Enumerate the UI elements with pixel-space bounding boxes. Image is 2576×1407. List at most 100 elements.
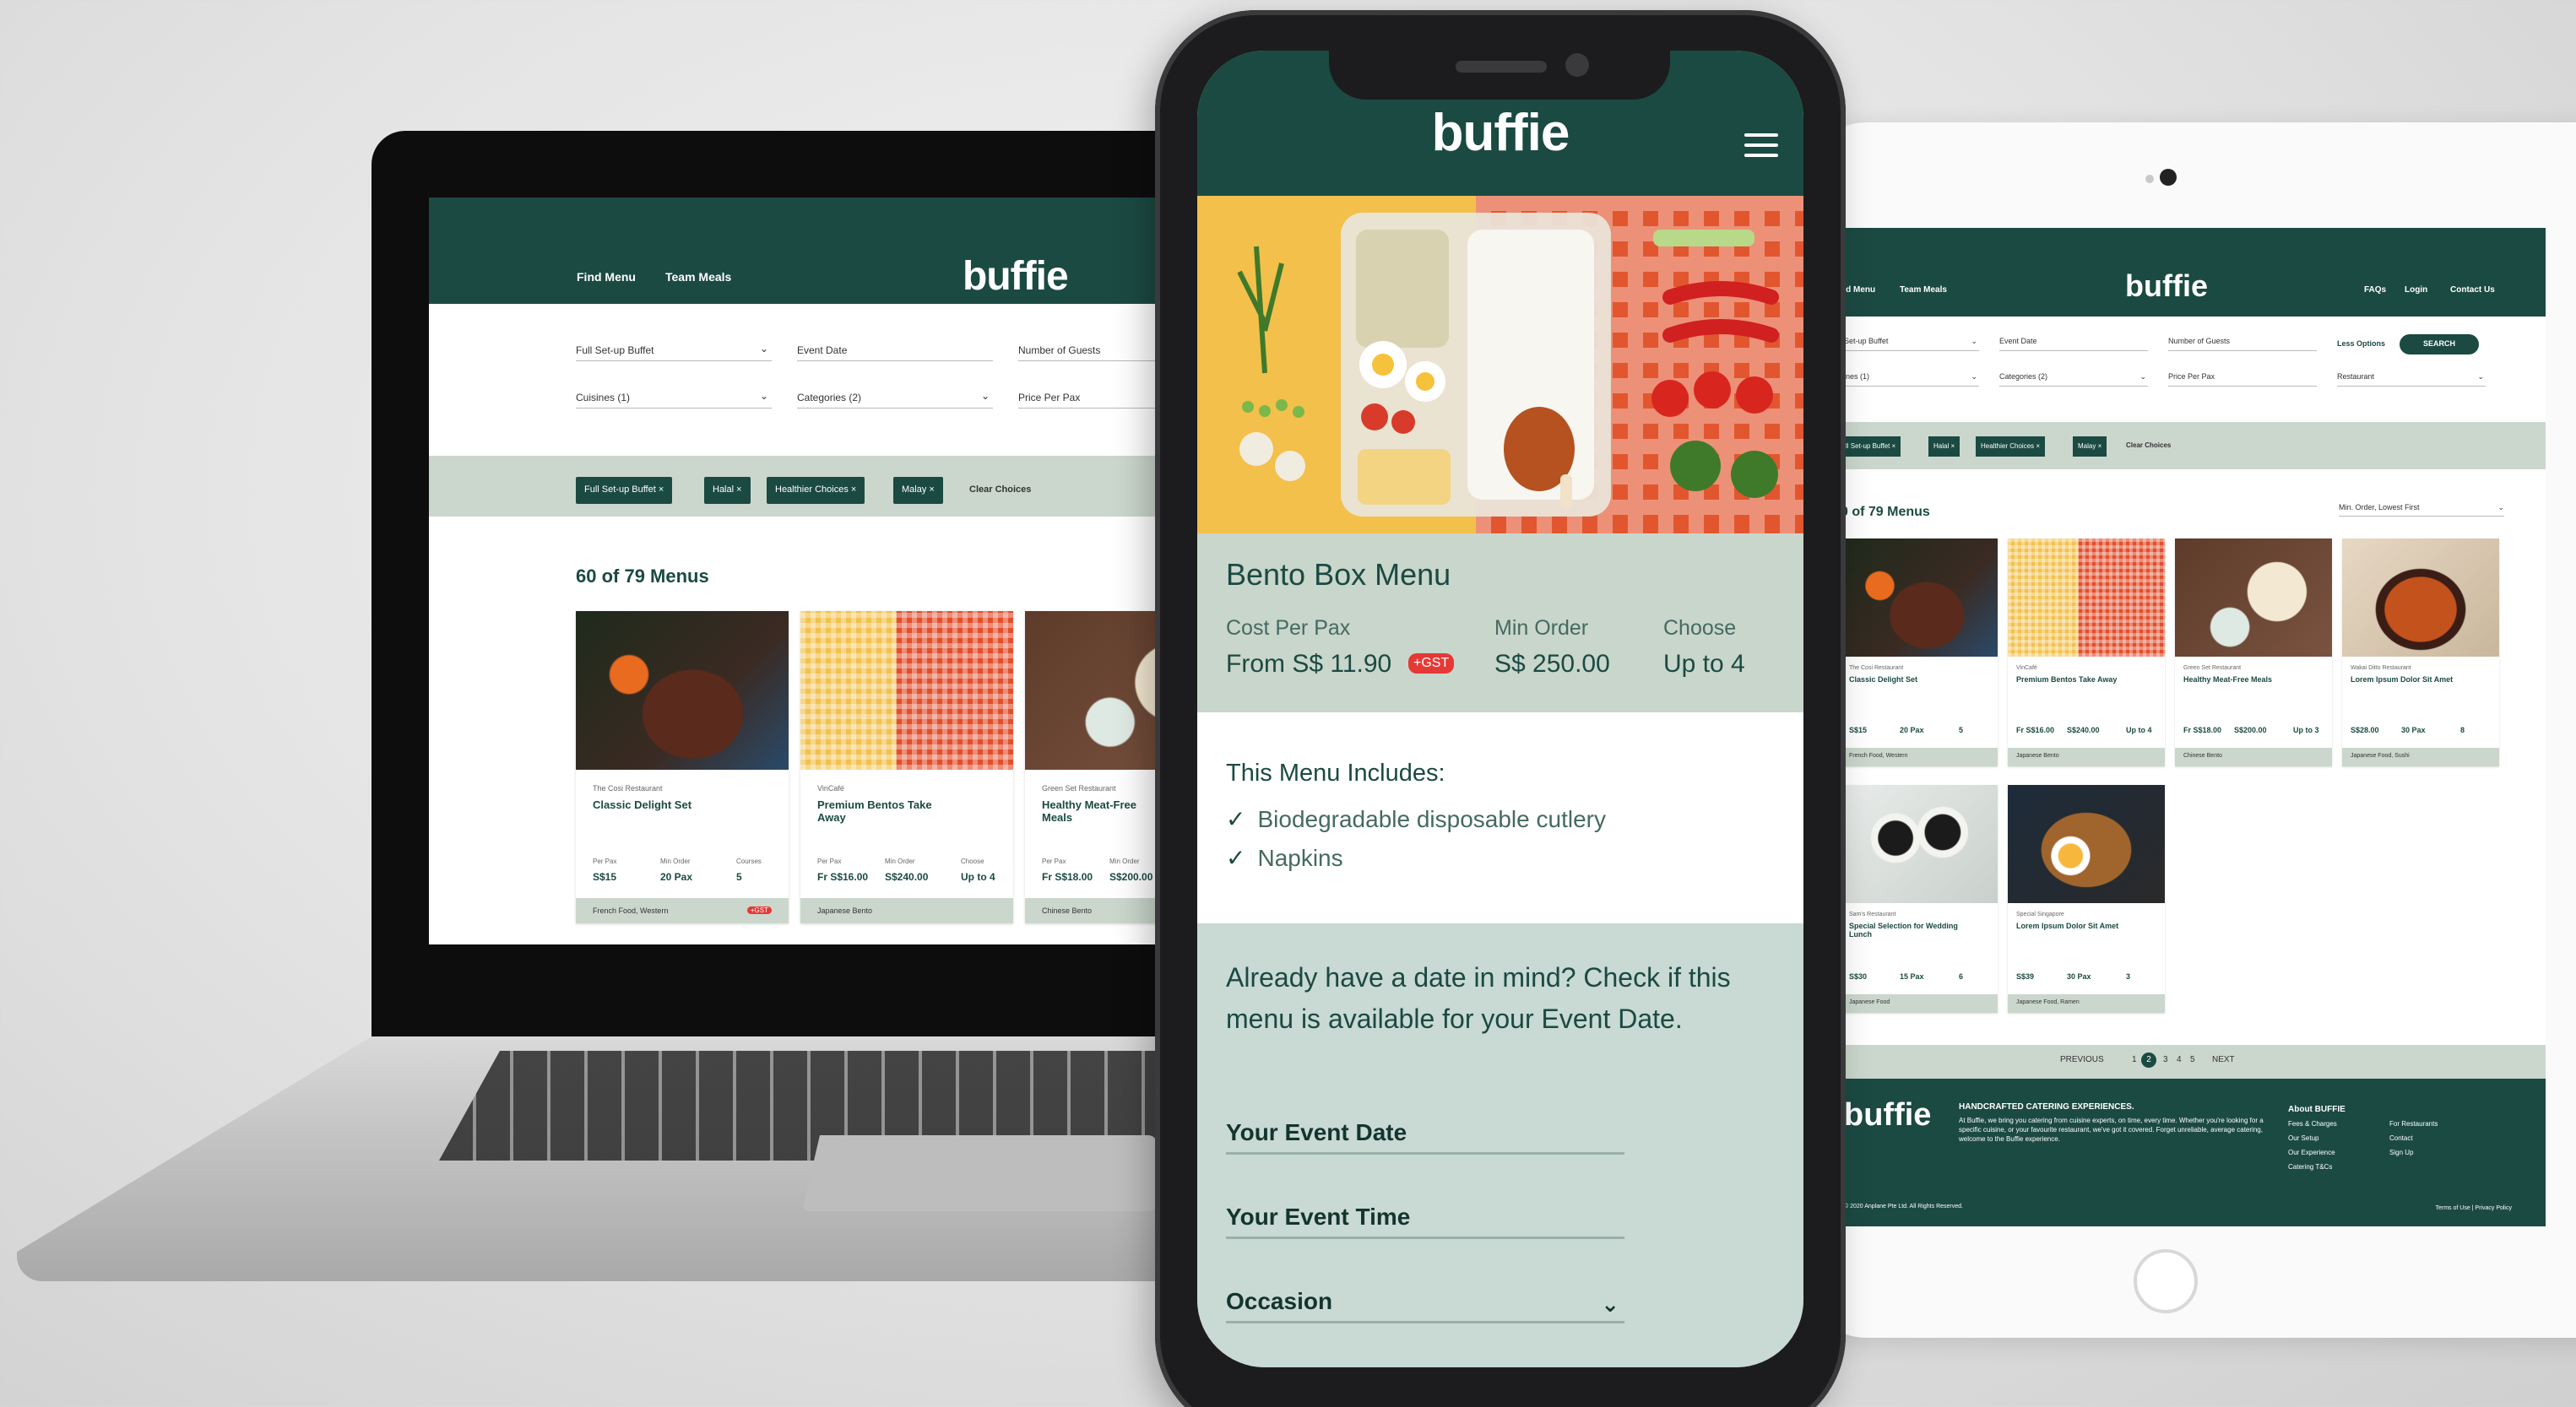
sort-select[interactable]: Min. Order, Lowest First ⌄: [2339, 503, 2504, 517]
pagination-previous[interactable]: PREVIOUS: [2060, 1055, 2104, 1064]
event-date-field[interactable]: Your Event Date: [1226, 1119, 1624, 1155]
cuisine-footer: Japanese Food, Ramen: [2008, 994, 2165, 1013]
event-time-label: Your Event Time: [1226, 1204, 1411, 1230]
chip-full-setup-buffet[interactable]: ll Set-up Buffet ×: [1841, 436, 1901, 457]
guests-input[interactable]: Number of Guests: [2168, 334, 2317, 351]
nav-find-menu[interactable]: nd Menu: [1841, 285, 1875, 295]
chip-halal[interactable]: Halal ×: [1928, 436, 1960, 457]
per-pax-value: S$15: [1849, 726, 1868, 734]
categories-select[interactable]: Categories (2) ⌄: [797, 387, 993, 409]
footer-link[interactable]: For Restaurants: [2389, 1120, 2438, 1128]
cuisines-select[interactable]: ines (1) ⌄: [1844, 370, 1979, 387]
service-select[interactable]: Set-up Buffet ⌄: [1844, 334, 1979, 351]
restaurant-name: Wakai Ditto Restaurant: [2351, 665, 2411, 671]
chip-healthier-choices[interactable]: Healthier Choices ×: [1976, 436, 2046, 457]
bento-image: [2008, 538, 2165, 657]
footer-logo[interactable]: buffie: [1844, 1097, 1931, 1134]
event-time-field[interactable]: Your Event Time: [1226, 1204, 1624, 1239]
checkmark-icon: ✓: [1226, 806, 1246, 832]
min-order-value: 30 Pax: [2401, 726, 2426, 734]
courses-value: 5: [736, 871, 742, 883]
per-pax-value: Fr S$18.00: [2183, 726, 2222, 734]
cuisines-select[interactable]: Cuisines (1) ⌄: [576, 387, 772, 409]
min-order-label: Min Order: [660, 858, 691, 865]
buffie-logo[interactable]: buffie: [2125, 268, 2208, 304]
min-order-value: 20 Pax: [660, 871, 693, 883]
footer-link[interactable]: Contact: [2389, 1134, 2413, 1142]
restaurant-name: Green Set Restaurant: [1042, 784, 1116, 793]
min-order-value: S$240.00: [2067, 726, 2100, 734]
chip-halal[interactable]: Halal ×: [704, 477, 751, 504]
menu-card[interactable]: The Cosi Restaurant Classic Delight Set …: [1841, 538, 1998, 766]
nav-team-meals[interactable]: Team Meals: [1900, 285, 1947, 295]
menu-card[interactable]: Special Singapore Lorem Ipsum Dolor Sit …: [2008, 785, 2165, 1013]
page-link[interactable]: 1: [2132, 1055, 2137, 1064]
chip-full-setup-buffet[interactable]: Full Set-up Buffet ×: [576, 477, 673, 504]
sort-value: Min. Order, Lowest First: [2339, 503, 2420, 511]
event-date-input[interactable]: Event Date: [1999, 334, 2148, 351]
footer-legal-links[interactable]: Terms of Use | Privacy Policy: [2435, 1205, 2512, 1211]
min-order-value: S$200.00: [1109, 871, 1153, 883]
bento-hero-image: [1197, 196, 1803, 533]
event-date-label: Your Event Date: [1226, 1119, 1407, 1145]
laptop-trackpad: [802, 1135, 1157, 1211]
chip-malay[interactable]: Malay ×: [2073, 436, 2107, 457]
menu-card[interactable]: Green Set Restaurant Healthy Meat-Free M…: [2175, 538, 2332, 766]
buffie-logo[interactable]: buffie: [1197, 103, 1803, 163]
menu-card[interactable]: Sam's Restaurant Special Selection for W…: [1841, 785, 1998, 1013]
chip-healthier-choices[interactable]: Healthier Choices ×: [767, 477, 865, 504]
per-pax-value: Fr S$16.00: [2016, 726, 2055, 734]
nav-team-meals[interactable]: Team Meals: [665, 270, 731, 284]
includes-item: ✓ Biodegradable disposable cutlery: [1226, 805, 1606, 833]
cuisine-tags: Japanese Bento: [817, 906, 873, 915]
menu-name: Lorem Ipsum Dolor Sit Amet: [2016, 922, 2119, 930]
search-button[interactable]: SEARCH: [2400, 334, 2479, 354]
courses-value: 5: [1959, 726, 1964, 734]
buffie-logo[interactable]: buffie: [963, 253, 1069, 300]
clear-choices-link[interactable]: Clear Choices: [2126, 441, 2171, 449]
menu-card[interactable]: VinCafé Premium Bentos Take Away Fr S$16…: [2008, 538, 2165, 766]
clear-choices-link[interactable]: Clear Choices: [969, 484, 1031, 495]
service-select[interactable]: Full Set-up Buffet ⌄: [576, 339, 772, 361]
footer-link[interactable]: Sign Up: [2389, 1149, 2413, 1156]
price-input[interactable]: Price Per Pax: [2168, 370, 2317, 387]
menu-card[interactable]: VinCafé Premium Bentos Take Away Per Pax…: [800, 611, 1013, 923]
noodle-bowl-image: [2342, 538, 2499, 657]
chevron-down-icon: ⌄: [759, 390, 768, 402]
min-order-value: S$240.00: [885, 871, 929, 883]
tablet-home-button[interactable]: [2134, 1249, 2198, 1313]
footer-link[interactable]: Our Setup: [2288, 1134, 2318, 1142]
chip-malay[interactable]: Malay ×: [893, 477, 943, 504]
menu-card[interactable]: Wakai Ditto Restaurant Lorem Ipsum Dolor…: [2342, 538, 2499, 766]
categories-select[interactable]: Categories (2) ⌄: [1999, 370, 2148, 387]
page-link[interactable]: 4: [2177, 1055, 2182, 1064]
footer-link[interactable]: Catering T&Cs: [2288, 1163, 2332, 1171]
nav-faqs[interactable]: FAQs: [2364, 285, 2386, 295]
nav-login[interactable]: Login: [2405, 285, 2427, 295]
event-date-input[interactable]: Event Date: [797, 339, 993, 361]
price-placeholder: Price Per Pax: [1018, 392, 1081, 403]
min-order-label: Min Order: [1494, 616, 1589, 640]
menu-card[interactable]: The Cosi Restaurant Classic Delight Set …: [576, 611, 789, 923]
footer-link[interactable]: Our Experience: [2288, 1149, 2335, 1156]
restaurant-name: The Cosi Restaurant: [1849, 665, 1904, 671]
less-options-link[interactable]: Less Options: [2337, 339, 2385, 348]
occasion-select[interactable]: Occasion ⌄: [1226, 1288, 1624, 1323]
footer-heading: HANDCRAFTED CATERING EXPERIENCES.: [1959, 1102, 2134, 1112]
page-link-current[interactable]: 2: [2141, 1053, 2156, 1068]
menu-name: Premium Bentos Take Away: [2016, 675, 2118, 684]
chevron-down-icon: ⌄: [980, 390, 990, 402]
nav-contact-us[interactable]: Contact Us: [2450, 285, 2495, 295]
per-pax-value: Fr S$16.00: [817, 871, 869, 883]
restaurant-select[interactable]: Restaurant ⌄: [2337, 370, 2486, 387]
page-link[interactable]: 3: [2163, 1055, 2168, 1064]
chevron-down-icon: ⌄: [1971, 372, 1977, 381]
nav-find-menu[interactable]: Find Menu: [577, 270, 636, 284]
healthy-bowl-image: [2175, 538, 2332, 657]
page-link[interactable]: 5: [2190, 1055, 2195, 1064]
choose-value: Up to 3: [2293, 726, 2319, 734]
footer-link[interactable]: Fees & Charges: [2288, 1120, 2337, 1128]
hamburger-menu-icon[interactable]: [1744, 133, 1778, 159]
per-pax-label: Per Pax: [593, 858, 617, 865]
pagination-next[interactable]: NEXT: [2212, 1055, 2235, 1064]
